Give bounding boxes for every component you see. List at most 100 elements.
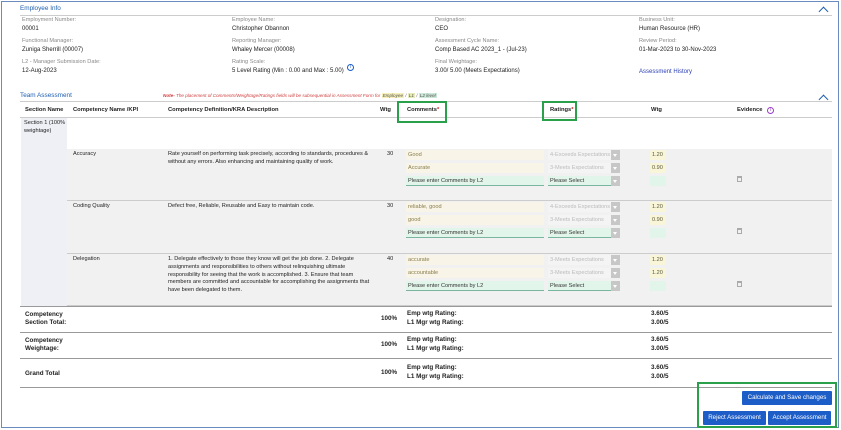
l1-rating-label: L1 Mgr wtg Rating: (407, 345, 464, 352)
l2-weighted (650, 281, 666, 291)
section-name: Section 1 (100% weightage) (24, 120, 66, 134)
l2-rating-select[interactable]: Please Select (548, 228, 620, 238)
info-value: Zuniga Sherrill (00007) (22, 47, 84, 53)
rating-select: 3-Meets Expectations (548, 268, 620, 278)
competency-name: Coding Quality (73, 203, 110, 209)
col-wtg: Wtg (380, 107, 391, 113)
ratings-highlight (542, 101, 577, 121)
l1-weighted: 1.20 (650, 268, 666, 278)
chevron-down-icon (611, 215, 620, 225)
emp-rating-label: Emp wtg Rating: (407, 310, 457, 317)
info-label: Review Period: (639, 38, 677, 44)
col-wtg-2: Wtg (651, 107, 662, 113)
chevron-down-icon (611, 202, 620, 212)
info-label: Rating Scale: (232, 59, 266, 65)
rating-select: 3-Meets Expectations (548, 163, 620, 173)
col-evidence: Evidence (737, 107, 763, 113)
l2-rating-select[interactable]: Please Select (548, 176, 620, 186)
total-label: Grand Total (25, 370, 60, 377)
total-label-2: Section Total: (25, 319, 67, 326)
chevron-down-icon (611, 163, 620, 173)
info-label: Employment Number: (22, 17, 77, 23)
weightage-value: 30 (387, 203, 394, 209)
l1-rating-value: 3.00/5 (651, 319, 669, 326)
divider (20, 358, 832, 359)
l1-comment: accountable (406, 268, 544, 278)
divider (20, 15, 832, 16)
emp-rating-value: 3.60/5 (651, 336, 669, 343)
info-icon[interactable]: i (347, 64, 354, 71)
info-value: 5 Level Rating (Min : 0.00 and Max : 5.0… (232, 68, 344, 74)
info-value: Whaley Mercer (00008) (232, 47, 295, 53)
info-label: L2 - Manager Submission Date: (22, 59, 101, 65)
l2-weighted (650, 176, 666, 186)
l2-comment-input[interactable]: Please enter Comments by L2 (406, 176, 544, 186)
info-label: Business Unit: (639, 17, 675, 23)
section-spacer (67, 118, 832, 149)
info-value: Christopher Obannon (232, 26, 290, 32)
rating-select: 4-Exceeds Expectations (548, 150, 620, 160)
info-label: Final Weightage: (435, 59, 477, 65)
l1-weighted: 0.90 (650, 163, 666, 173)
emp-rating-value: 3.60/5 (651, 310, 669, 317)
l1-rating-label: L1 Mgr wtg Rating: (407, 319, 464, 326)
employee-comment: Good (406, 150, 544, 160)
chevron-down-icon (611, 255, 620, 265)
competency-description: 1. Delegate effectively to those they kn… (168, 256, 370, 294)
info-value: 00001 (22, 26, 39, 32)
trash-icon[interactable] (737, 176, 742, 182)
comments-highlight (397, 101, 447, 123)
employee-weighted: 1.20 (650, 255, 666, 265)
employee-info-title: Employee Info (20, 5, 61, 12)
trash-icon[interactable] (737, 281, 742, 287)
evidence-info-icon[interactable]: i (767, 107, 774, 114)
info-value: Comp Based AC 2023_1 - (Jul-23) (435, 47, 527, 53)
l1-rating-value: 3.00/5 (651, 373, 669, 380)
competency-description: Rate yourself on performing task precise… (168, 151, 369, 165)
emp-rating-value: 3.60/5 (651, 364, 669, 371)
l2-comment-input[interactable]: Please enter Comments by L2 (406, 228, 544, 238)
weightage-value: 30 (387, 151, 394, 157)
total-percent: 100% (381, 341, 398, 348)
note-text: Note- The placement of Comments/Weightag… (163, 93, 437, 98)
weightage-value: 40 (387, 256, 394, 262)
total-label: Competency (25, 311, 63, 318)
info-value: 12-Aug-2023 (22, 68, 57, 74)
l2-weighted (650, 228, 666, 238)
chevron-down-icon[interactable] (611, 281, 620, 291)
info-label: Functional Manager: (22, 38, 73, 44)
section-cell (21, 118, 67, 306)
info-value: Human Resource (HR) (639, 26, 701, 32)
chevron-down-icon[interactable] (611, 176, 620, 186)
l2-rating-select[interactable]: Please Select (548, 281, 620, 291)
calculate-save-button[interactable]: Calculate and Save changes (742, 391, 832, 405)
total-percent: 100% (381, 315, 398, 322)
l2-comment-input[interactable]: Please enter Comments by L2 (406, 281, 544, 291)
l1-weighted: 0.90 (650, 215, 666, 225)
divider (20, 306, 832, 307)
rating-select: 3-Meets Expectations (548, 255, 620, 265)
col-section-name: Section Name (25, 107, 64, 113)
trash-icon[interactable] (737, 228, 742, 234)
emp-rating-label: Emp wtg Rating: (407, 336, 457, 343)
employee-weighted: 1.20 (650, 150, 666, 160)
rating-select: 4-Exceeds Expectations (548, 202, 620, 212)
chevron-down-icon (611, 150, 620, 160)
info-label: Reporting Manager: (232, 38, 282, 44)
col-definition: Competency Definition/KRA Description (168, 107, 279, 113)
info-label: Employee Name: (232, 17, 275, 23)
assessment-history-link[interactable]: Assessment History (639, 69, 692, 75)
accept-assessment-button[interactable]: Accept Assessment (768, 411, 831, 425)
l1-rating-label: L1 Mgr wtg Rating: (407, 373, 464, 380)
rating-select: 3-Meets Expectations (548, 215, 620, 225)
chevron-down-icon[interactable] (611, 228, 620, 238)
info-label: Assessment Cycle Name: (435, 38, 500, 44)
info-value: CEO (435, 26, 449, 32)
competency-name: Delegation (73, 256, 100, 262)
info-value: 3.00/ 5.00 (Meets Expectations) (435, 68, 520, 74)
reject-assessment-button[interactable]: Reject Assessment (703, 411, 766, 425)
chevron-down-icon (611, 268, 620, 278)
total-percent: 100% (381, 369, 398, 376)
competency-description: Defect free, Reliable, Reusable and Easy… (168, 203, 315, 209)
team-assessment-title: Team Assessment (20, 92, 72, 99)
